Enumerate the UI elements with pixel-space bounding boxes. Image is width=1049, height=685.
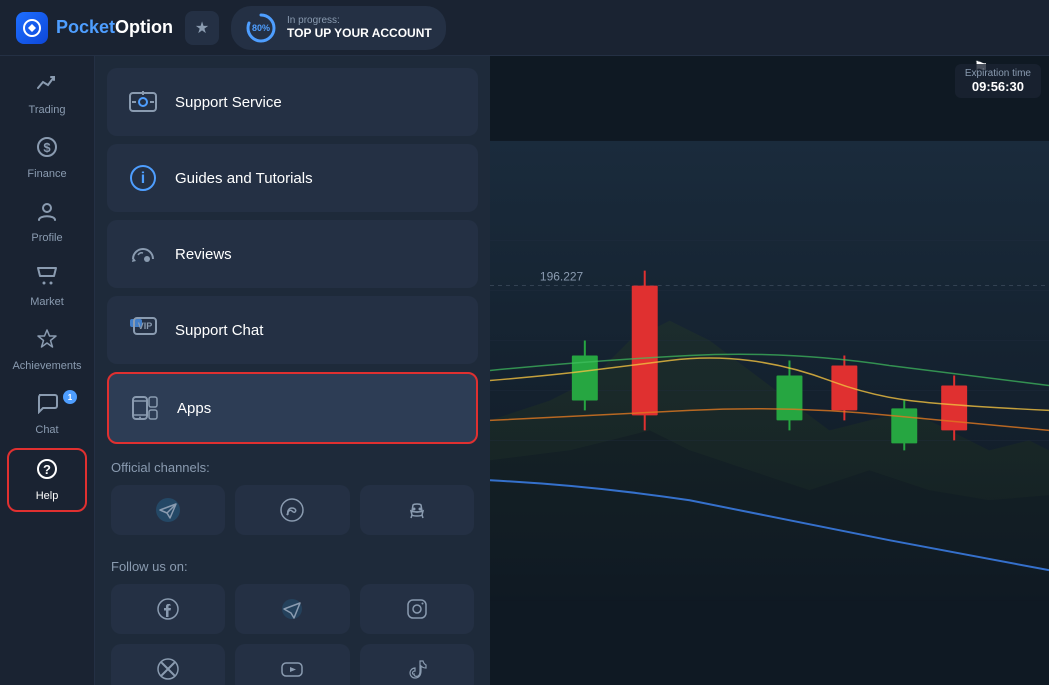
top-up-progress-button[interactable]: 80% In progress: TOP UP YOUR ACCOUNT [231,6,446,50]
expiration-time: 09:56:30 [965,79,1031,94]
logo-icon [16,12,48,44]
sidebar: Trading $ Finance Profile [0,56,95,685]
logo-text: PocketOption [56,17,173,38]
trading-icon [36,72,58,100]
follow-grid [111,584,474,685]
chat-icon [36,392,58,420]
sidebar-item-market[interactable]: Market [7,256,87,316]
svg-text:196.227: 196.227 [540,270,584,284]
sidebar-item-achievements[interactable]: Achievements [7,320,87,380]
apps-item[interactable]: Apps [107,372,478,444]
sidebar-item-label-market: Market [30,296,64,308]
reviews-icon [125,236,161,272]
sidebar-item-chat[interactable]: 1 Chat [7,384,87,444]
official-channels-title: Official channels: [111,460,474,475]
discord-channel-button[interactable] [360,485,474,535]
guides-icon: i [125,160,161,196]
apps-label: Apps [177,400,211,417]
expiration-label: Expiration time [965,68,1031,79]
progress-pct: 80% [252,23,270,33]
telegram-follow-button[interactable] [235,584,349,634]
svg-text:?: ? [43,462,51,477]
finance-icon: $ [36,136,58,164]
telegram-channel-button[interactable] [111,485,225,535]
guides-item[interactable]: i Guides and Tutorials [107,144,478,212]
svg-text:VIP: VIP [138,321,153,331]
instagram-button[interactable] [360,584,474,634]
follow-section: Follow us on: [107,551,478,685]
whatsapp-channel-button[interactable] [235,485,349,535]
help-panel: Support Service i Guides and Tutorials [95,56,490,685]
guides-label: Guides and Tutorials [175,170,313,187]
favorites-button[interactable]: ★ [185,11,219,45]
support-chat-item[interactable]: VIP Support Chat [107,296,478,364]
progress-text: In progress: TOP UP YOUR ACCOUNT [287,15,432,40]
apps-icon [127,390,163,426]
sidebar-item-label-achievements: Achievements [12,360,81,372]
official-channels-section: Official channels: [107,452,478,543]
progress-circle: 80% [245,12,277,44]
sidebar-item-trading[interactable]: Trading [7,64,87,124]
chart-svg: 196.227 [490,56,1049,685]
support-service-item[interactable]: Support Service [107,68,478,136]
sidebar-item-label-finance: Finance [27,168,66,180]
sidebar-item-help[interactable]: ? Help [7,448,87,512]
logo: PocketOption [16,12,173,44]
sidebar-item-label-chat: Chat [35,424,58,436]
reviews-label: Reviews [175,246,232,263]
channels-grid [111,485,474,535]
market-icon [36,264,58,292]
main-area: Trading $ Finance Profile [0,56,1049,685]
achievements-icon [36,328,58,356]
sidebar-item-profile[interactable]: Profile [7,192,87,252]
header: PocketOption ★ 80% In progress: TOP UP Y… [0,0,1049,56]
help-icon: ? [36,458,58,486]
sidebar-item-label-trading: Trading [29,104,66,116]
chat-badge: 1 [63,390,77,404]
facebook-button[interactable] [111,584,225,634]
profile-icon [36,200,58,228]
sidebar-item-label-profile: Profile [31,232,62,244]
follow-title: Follow us on: [111,559,474,574]
youtube-button[interactable] [235,644,349,685]
support-chat-label: Support Chat [175,322,263,339]
sidebar-item-finance[interactable]: $ Finance [7,128,87,188]
tiktok-button[interactable] [360,644,474,685]
support-service-label: Support Service [175,94,282,111]
chart-area: ⚑ Expiration time 09:56:30 [490,56,1049,685]
svg-text:i: i [141,170,145,187]
sidebar-item-label-help: Help [36,490,59,502]
support-chat-icon: VIP [125,312,161,348]
support-service-icon [125,84,161,120]
expiration-box: Expiration time 09:56:30 [955,64,1041,98]
reviews-item[interactable]: Reviews [107,220,478,288]
twitter-button[interactable] [111,644,225,685]
star-icon: ★ [195,18,209,38]
svg-text:$: $ [43,140,51,155]
